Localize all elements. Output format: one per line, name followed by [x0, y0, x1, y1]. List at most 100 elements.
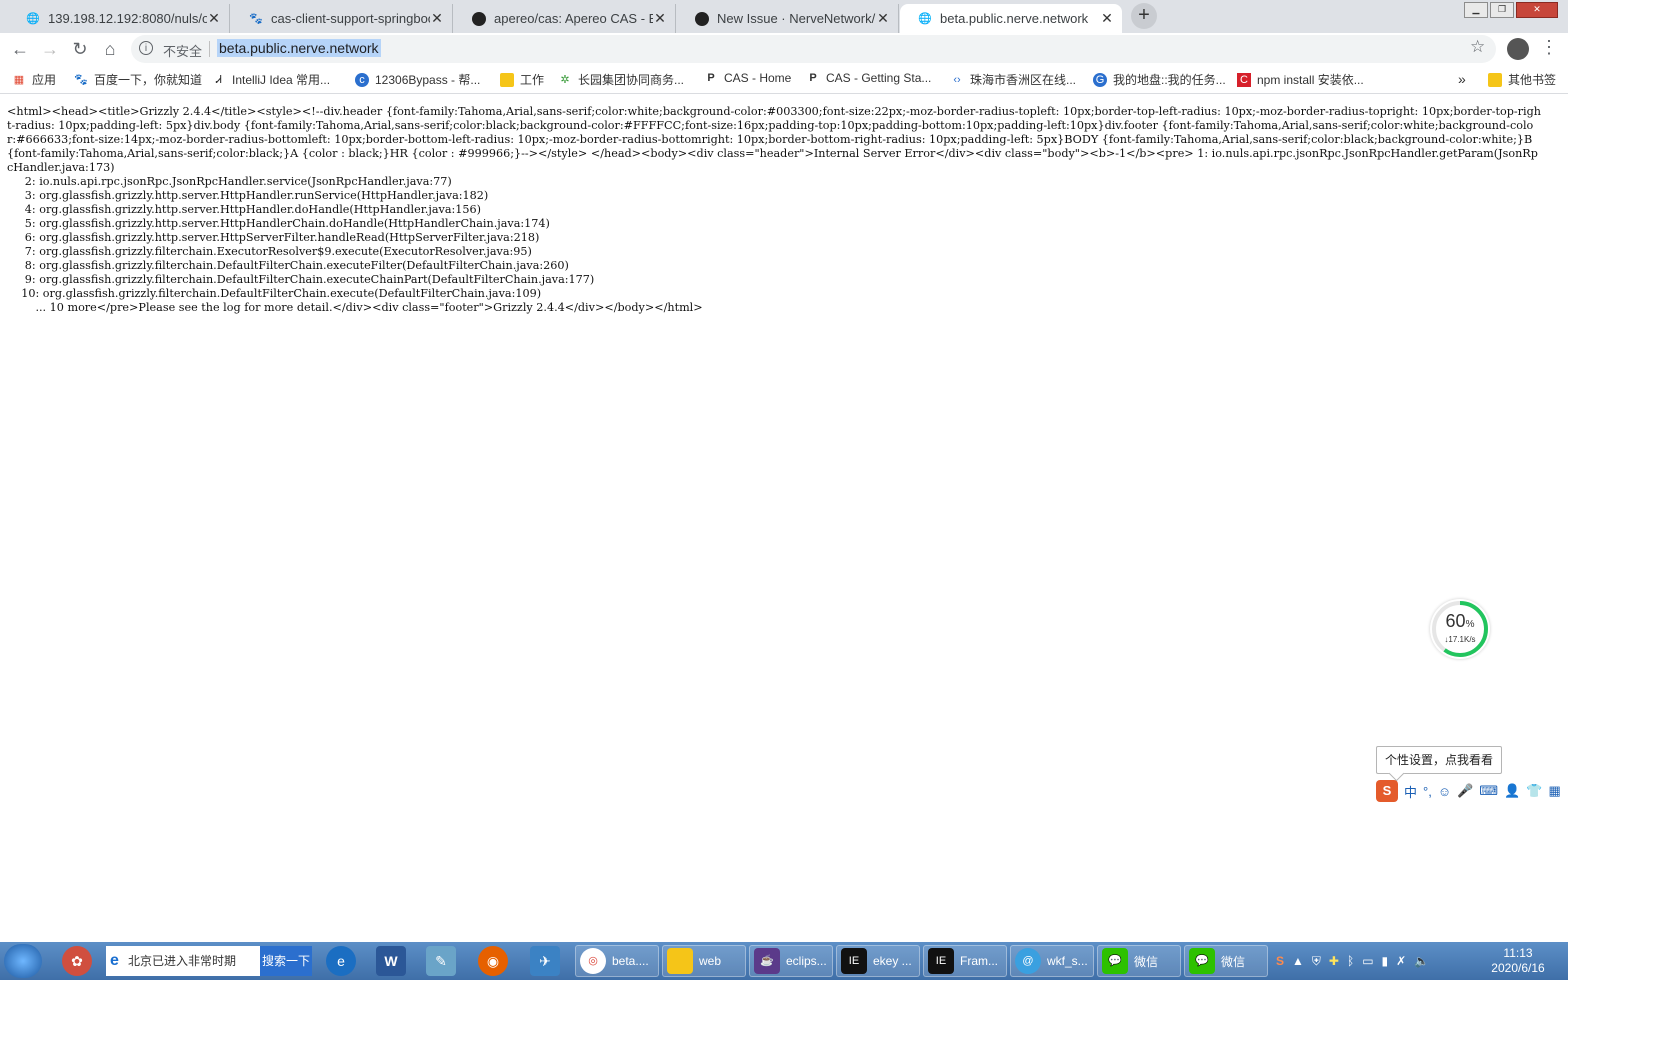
close-tab-icon[interactable]: ✕: [1100, 10, 1114, 27]
sogou-tray-icon[interactable]: S: [1276, 954, 1284, 968]
bookmark-my-tasks[interactable]: G 我的地盘::我的任务...: [1093, 71, 1226, 88]
bluetooth-icon[interactable]: ᛒ: [1347, 954, 1354, 968]
start-button[interactable]: [4, 944, 42, 978]
bookmark-folder-work[interactable]: 工作: [500, 71, 544, 88]
task-chrome[interactable]: ◎ beta....: [575, 945, 659, 977]
security-label: 不安全: [163, 44, 203, 59]
notepad-icon[interactable]: ✎: [426, 946, 456, 976]
bookmarks-bar: ▦ 应用 🐾 百度一下，你就知道 Ꮧ IntelliJ Idea 常用... c 123…: [0, 65, 1568, 94]
bookmark-intellij[interactable]: Ꮧ IntelliJ Idea 常用...: [212, 71, 330, 88]
stack-line: 8: org.glassfish.grizzly.filterchain.Def…: [7, 259, 569, 272]
close-window-button[interactable]: ✕: [1516, 2, 1558, 18]
close-tab-icon[interactable]: ✕: [653, 10, 667, 27]
task-intellij-fram[interactable]: IE Fram...: [923, 945, 1007, 977]
search-input[interactable]: e 北京已进入非常时期: [106, 946, 260, 976]
forward-button[interactable]: →: [38, 37, 62, 61]
search-button[interactable]: 搜索一下: [260, 946, 312, 976]
microphone-icon[interactable]: 🎤: [1457, 783, 1473, 799]
home-button[interactable]: ⌂: [98, 37, 122, 61]
address-bar[interactable]: i 不安全 beta.public.nerve.network: [131, 35, 1496, 63]
more-menu-icon[interactable]: ⋮: [1540, 37, 1558, 58]
feather-icon[interactable]: ✈: [530, 946, 560, 976]
task-wechat-2[interactable]: 💬 微信: [1184, 945, 1268, 977]
bookmark-npm-install[interactable]: Cnpm install 安装依...: [1237, 71, 1364, 88]
ime-mode[interactable]: 中: [1404, 782, 1417, 801]
shield-icon[interactable]: ⛨: [1312, 954, 1321, 969]
tab-5-active[interactable]: 🌐 beta.public.nerve.network ✕: [900, 4, 1122, 33]
grid-icon[interactable]: ▦: [1548, 783, 1560, 799]
task-eclipse[interactable]: ☕ eclips...: [749, 945, 833, 977]
firefox-icon[interactable]: ◉: [478, 946, 508, 976]
edge-icon[interactable]: e: [326, 946, 356, 976]
bookmark-label: 我的地盘::我的任务...: [1113, 73, 1226, 87]
bookmark-label: 其他书签: [1508, 73, 1557, 87]
close-tab-icon[interactable]: ✕: [430, 10, 444, 27]
minimize-button[interactable]: ▁: [1464, 2, 1488, 18]
reload-button[interactable]: ↻: [68, 37, 92, 61]
bookmark-baidu[interactable]: 🐾 百度一下，你就知道: [74, 71, 202, 88]
ime-tooltip[interactable]: 个性设置，点我看看: [1376, 746, 1503, 774]
stack-line: 4: org.glassfish.grizzly.http.server.Htt…: [7, 203, 481, 216]
gear-icon: ✲: [560, 73, 570, 86]
pinwheel-icon[interactable]: ✿: [62, 946, 92, 976]
tab-strip: 🌐 139.198.12.192:8080/nuls/out ✕ 🐾 cas-c…: [0, 0, 1568, 33]
system-clock[interactable]: 11:13 2020/6/16: [1480, 946, 1556, 976]
close-tab-icon[interactable]: ✕: [207, 10, 221, 27]
keyboard-icon[interactable]: ⌨: [1479, 783, 1498, 799]
close-tab-icon[interactable]: ✕: [876, 10, 890, 27]
speed-percent: 60%: [1445, 611, 1475, 631]
bookmark-12306[interactable]: c 12306Bypass - 帮...: [355, 71, 480, 88]
globe-icon: 🌐: [918, 13, 932, 25]
task-intellij-ekey[interactable]: IE ekey ...: [836, 945, 920, 977]
more-bookmarks-button[interactable]: »: [1458, 71, 1466, 87]
skin-icon[interactable]: 👕: [1526, 783, 1542, 799]
github-icon: [695, 11, 709, 26]
window-controls: ▁ ❐ ✕: [1462, 2, 1558, 18]
avatar[interactable]: [1507, 38, 1529, 60]
ie-search-box[interactable]: e 北京已进入非常时期 搜索一下: [106, 946, 312, 976]
info-icon[interactable]: i: [139, 41, 153, 55]
back-button[interactable]: ←: [8, 37, 32, 61]
stack-line: ... 10 more</pre>Please see the log for …: [7, 301, 703, 314]
task-explorer[interactable]: web: [662, 945, 746, 977]
task-wechat-1[interactable]: 💬 微信: [1097, 945, 1181, 977]
system-tray: S ▲ ⛨ ✚ ᛒ ▭ ▮ ✗ 🔈: [1276, 942, 1437, 980]
bookmark-zhuhai[interactable]: ‹› 珠海市香洲区在线...: [950, 71, 1076, 88]
stack-line: 5: org.glassfish.grizzly.http.server.Htt…: [7, 217, 550, 230]
new-tab-button[interactable]: +: [1131, 3, 1157, 29]
tab-2[interactable]: 🐾 cas-client-support-springboot ✕: [231, 4, 453, 33]
tab-1[interactable]: 🌐 139.198.12.192:8080/nuls/out ✕: [8, 4, 230, 33]
punctuation-icon[interactable]: °,: [1423, 784, 1432, 799]
emoji-icon[interactable]: ☺: [1438, 784, 1451, 799]
sogou-logo-icon[interactable]: S: [1376, 780, 1398, 802]
eclipse-icon: ☕: [754, 948, 780, 974]
task-wkf[interactable]: @ wkf_s...: [1010, 945, 1094, 977]
bookmark-apps[interactable]: ▦ 应用: [12, 71, 56, 88]
bookmark-label: 珠海市香洲区在线...: [970, 73, 1077, 87]
tray-expand-icon[interactable]: ▲: [1292, 954, 1304, 968]
volume-mute-icon[interactable]: 🔈: [1414, 954, 1429, 968]
ime-toolbar: S 中 °, ☺ 🎤 ⌨ 👤 👕 ▦: [1376, 780, 1567, 802]
tab-title: cas-client-support-springboot: [271, 11, 430, 26]
user-icon[interactable]: 👤: [1504, 783, 1520, 799]
bookmark-label: 百度一下，你就知道: [94, 73, 203, 87]
bookmark-icon: G: [1093, 72, 1107, 87]
wifi-off-icon[interactable]: ✗: [1396, 954, 1406, 968]
bookmark-cas-getting-started[interactable]: P CAS - Getting Sta...: [806, 71, 931, 85]
restore-button[interactable]: ❐: [1490, 2, 1514, 18]
bookmark-cas-home[interactable]: P CAS - Home: [704, 71, 791, 85]
word-icon[interactable]: W: [376, 946, 406, 976]
monitor-icon[interactable]: ▭: [1362, 954, 1373, 968]
network-speed-widget[interactable]: 60% ↓17.1K/s: [1430, 599, 1490, 659]
bookmark-changyuan[interactable]: ✲ 长园集团协同商务...: [558, 71, 684, 88]
bookmark-label: 工作: [520, 73, 545, 87]
bookmark-star-icon[interactable]: ☆: [1470, 37, 1485, 57]
ie-icon: e: [110, 952, 119, 969]
network-icon[interactable]: ▮: [1382, 954, 1389, 968]
security-plus-icon[interactable]: ✚: [1329, 954, 1339, 968]
url-text[interactable]: beta.public.nerve.network: [217, 39, 381, 57]
tab-4[interactable]: New Issue · NerveNetwork/ne ✕: [677, 4, 899, 33]
bookmark-other[interactable]: 其他书签: [1488, 71, 1556, 88]
tab-3[interactable]: apereo/cas: Apereo CAS - Ente ✕: [454, 4, 676, 33]
page-content: <html><head><title>Grizzly 2.4.4</title>…: [0, 94, 1568, 942]
